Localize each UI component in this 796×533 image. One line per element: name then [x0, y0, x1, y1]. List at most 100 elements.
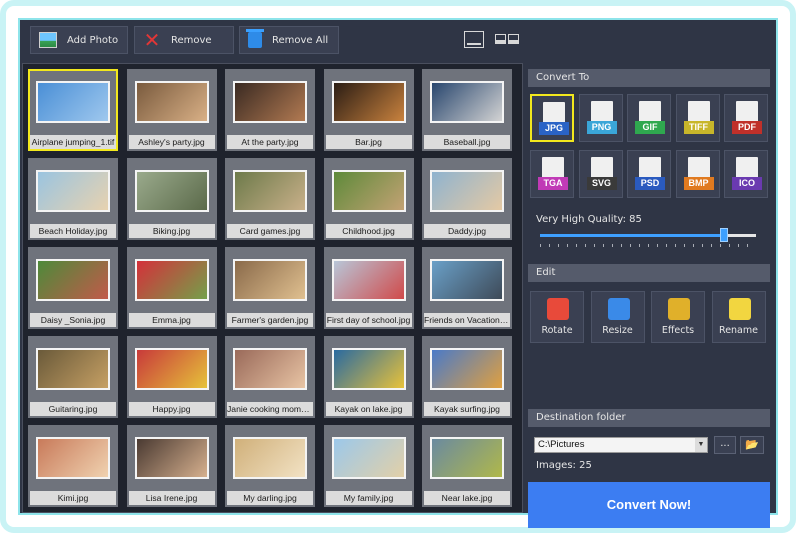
edit-button-label: Resize	[602, 325, 633, 336]
destination-folder-header: Destination folder	[528, 409, 770, 427]
remove-all-button[interactable]: Remove All	[239, 26, 339, 54]
photo-filename: Lisa Irene.jpg	[128, 491, 215, 505]
small-thumbnails-view-icon[interactable]	[495, 34, 519, 44]
edit-button-label: Rename	[719, 325, 758, 336]
photo-filename: Kayak surfing.jpg	[424, 402, 510, 416]
rotate-icon	[547, 298, 569, 320]
format-bmp-button[interactable]: BMP	[675, 150, 720, 198]
toolbar: Add Photo ✕ Remove Remove All	[20, 20, 776, 62]
photo-thumbnail[interactable]: Friends on Vacation.jpg	[422, 247, 512, 329]
photo-thumbnail[interactable]: My family.jpg	[323, 425, 414, 507]
quality-slider-ticks	[540, 244, 756, 247]
format-label: TGA	[538, 177, 568, 190]
photo-thumbnail[interactable]: Card games.jpg	[225, 158, 315, 240]
open-folder-icon[interactable]: 📂	[740, 436, 764, 454]
format-tga-button[interactable]: TGA	[530, 150, 574, 198]
photo-thumbnail-image	[233, 81, 307, 123]
photo-thumbnail[interactable]: Daisy _Sonia.jpg	[28, 247, 118, 329]
format-psd-button[interactable]: PSD	[627, 150, 671, 198]
photo-thumbnail-image	[430, 170, 504, 212]
photo-thumbnail-image	[36, 259, 110, 301]
photo-thumbnail[interactable]: Beach Holiday.jpg	[28, 158, 118, 240]
photo-thumbnail-image	[331, 437, 406, 479]
photo-thumbnail[interactable]: Daddy.jpg	[422, 158, 512, 240]
photo-thumbnail[interactable]: Bar.jpg	[323, 69, 414, 151]
photo-thumbnail-image	[134, 348, 209, 390]
format-gif-button[interactable]: GIF	[627, 94, 671, 142]
photo-thumbnail[interactable]: Emma.jpg	[126, 247, 217, 329]
photo-thumbnail[interactable]: At the party.jpg	[225, 69, 315, 151]
chevron-down-icon[interactable]: ▼	[695, 438, 707, 452]
photo-gallery[interactable]: Airplane jumping_1.tif Ashley's party.jpg…	[22, 63, 523, 513]
rename-icon	[728, 298, 751, 320]
format-png-button[interactable]: PNG	[578, 94, 623, 142]
format-label: GIF	[635, 121, 665, 134]
convert-now-button[interactable]: Convert Now!	[528, 482, 770, 528]
large-thumbnails-view-icon[interactable]	[464, 31, 484, 48]
photo-thumbnail[interactable]: Airplane jumping_1.tif	[28, 69, 118, 151]
photo-thumbnail-image	[331, 170, 406, 212]
photo-filename: Bar.jpg	[325, 135, 412, 149]
effects-button[interactable]: Effects	[651, 291, 705, 343]
remove-x-icon: ✕	[143, 28, 161, 52]
photo-icon	[39, 32, 57, 48]
photo-thumbnail[interactable]: Ashley's party.jpg	[126, 69, 217, 151]
photo-thumbnail[interactable]: Kimi.jpg	[28, 425, 118, 507]
rename-button[interactable]: Rename	[711, 291, 766, 343]
quality-slider[interactable]	[540, 228, 756, 242]
right-panel: Convert To JPG PNG GIF TIFF PDF TGA SVG PSD BMP I…	[526, 63, 776, 528]
photo-filename: Card games.jpg	[227, 224, 313, 238]
format-pdf-button[interactable]: PDF	[724, 94, 768, 142]
photo-thumbnail-image	[36, 437, 110, 479]
photo-thumbnail[interactable]: Kayak on lake.jpg	[323, 336, 414, 418]
photo-thumbnail-image	[430, 81, 504, 123]
photo-thumbnail[interactable]: My darling.jpg	[225, 425, 315, 507]
photo-thumbnail[interactable]: First day of school.jpg	[323, 247, 414, 329]
remove-button[interactable]: ✕ Remove	[134, 26, 234, 54]
photo-filename: Baseball.jpg	[424, 135, 510, 149]
convert-to-header: Convert To	[528, 69, 770, 87]
add-photo-button[interactable]: Add Photo	[30, 26, 128, 54]
photo-thumbnail-image	[331, 259, 406, 301]
photo-filename: Farmer's garden.jpg	[227, 313, 313, 327]
destination-path-field[interactable]: C:\Pictures ▼	[534, 437, 708, 453]
photo-thumbnail-image	[233, 348, 307, 390]
photo-thumbnail-image	[331, 81, 406, 123]
format-label: PDF	[732, 121, 762, 134]
photo-thumbnail-image	[233, 437, 307, 479]
photo-thumbnail[interactable]: Near lake.jpg	[422, 425, 512, 507]
magic-wand-icon	[668, 298, 690, 320]
format-label: PNG	[586, 121, 617, 134]
quality-slider-thumb[interactable]	[719, 228, 728, 242]
format-label: BMP	[683, 177, 714, 190]
photo-thumbnail[interactable]: Lisa Irene.jpg	[126, 425, 217, 507]
photo-filename: At the party.jpg	[227, 135, 313, 149]
photo-filename: Childhood.jpg	[325, 224, 412, 238]
format-ico-button[interactable]: ICO	[724, 150, 768, 198]
format-tiff-button[interactable]: TIFF	[675, 94, 720, 142]
photo-filename: Ashley's party.jpg	[128, 135, 215, 149]
photo-thumbnail-image	[331, 348, 406, 390]
photo-filename: Kimi.jpg	[30, 491, 116, 505]
remove-label: Remove	[171, 34, 212, 46]
photo-filename: Happy.jpg	[128, 402, 215, 416]
photo-thumbnail[interactable]: Kayak surfing.jpg	[422, 336, 512, 418]
edit-button-label: Effects	[661, 325, 695, 336]
photo-thumbnail[interactable]: Janie cooking moments.jpg	[225, 336, 315, 418]
photo-thumbnail[interactable]: Guitaring.jpg	[28, 336, 118, 418]
resize-button[interactable]: Resize	[590, 291, 645, 343]
photo-thumbnail[interactable]: Childhood.jpg	[323, 158, 414, 240]
photo-thumbnail[interactable]: Baseball.jpg	[422, 69, 512, 151]
photo-thumbnail[interactable]: Farmer's garden.jpg	[225, 247, 315, 329]
photo-thumbnail-image	[134, 170, 209, 212]
format-jpg-button[interactable]: JPG	[530, 94, 574, 142]
photo-thumbnail[interactable]: Biking.jpg	[126, 158, 217, 240]
browse-button[interactable]: ...	[714, 436, 736, 454]
images-count: Images: 25	[536, 460, 592, 471]
photo-thumbnail[interactable]: Happy.jpg	[126, 336, 217, 418]
format-svg-button[interactable]: SVG	[578, 150, 623, 198]
format-label: TIFF	[683, 121, 714, 134]
photo-thumbnail-image	[430, 437, 504, 479]
rotate-button[interactable]: Rotate	[530, 291, 584, 343]
photo-thumbnail-image	[36, 348, 110, 390]
